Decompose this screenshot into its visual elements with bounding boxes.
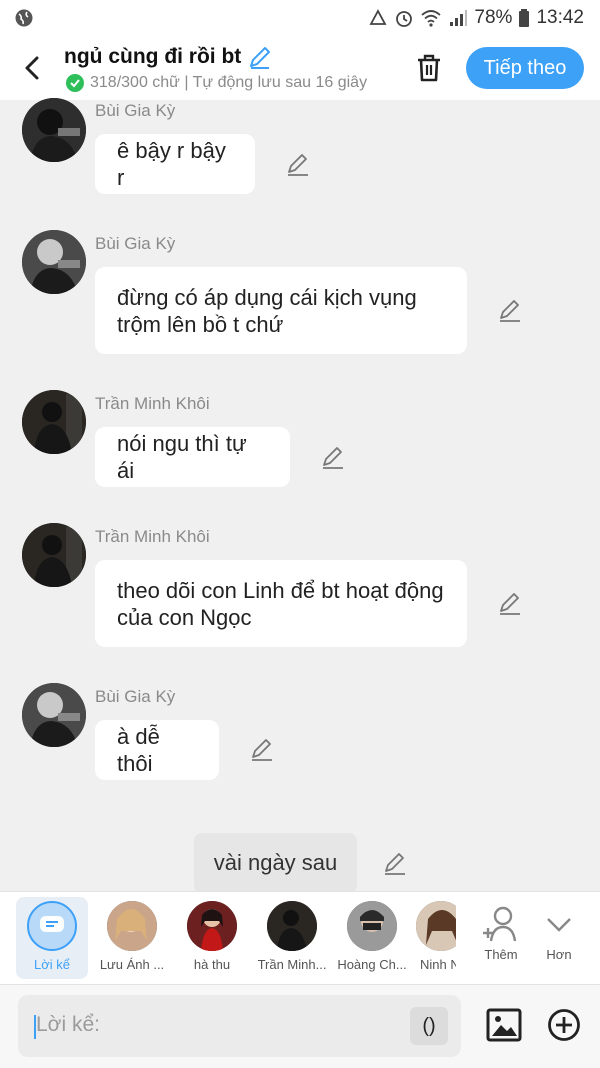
battery-icon (519, 9, 530, 27)
avatar-tran-minh-khoi[interactable] (22, 523, 86, 587)
input-placeholder: Lời kể: (36, 1013, 100, 1036)
message-text: à dễ thôi (117, 724, 160, 776)
chat-bubble-icon (40, 916, 64, 932)
pencil-icon[interactable] (249, 737, 275, 763)
character-avatar (187, 901, 237, 951)
character-hoang-ch[interactable]: Hoàng Ch... (336, 897, 408, 979)
add-person-icon (483, 906, 517, 942)
message-bubble[interactable]: à dễ thôi (95, 720, 219, 780)
plus-circle-icon[interactable] (546, 1007, 582, 1043)
character-avatar (107, 901, 157, 951)
input-bar: Lời kể: () (0, 984, 600, 1068)
message-sender-name: Bùi Gia Kỳ (95, 101, 176, 120)
message-bubble[interactable]: theo dõi con Linh để bt hoạt động của co… (95, 560, 467, 647)
check-icon (66, 74, 84, 92)
pencil-icon[interactable] (382, 851, 408, 877)
avatar-tran-minh-khoi[interactable] (22, 390, 86, 454)
next-button[interactable]: Tiếp theo (466, 47, 584, 89)
character-label: hà thu (193, 957, 231, 972)
message-bubble[interactable]: ê bậy r bậy r (95, 134, 255, 194)
pencil-icon[interactable] (497, 591, 523, 617)
character-avatar (347, 901, 397, 951)
alarm-icon (396, 11, 413, 27)
pencil-icon[interactable] (285, 152, 311, 178)
more-button[interactable]: Hơn (524, 897, 594, 979)
recycle-icon (369, 9, 387, 25)
message-sender-name: Bùi Gia Kỳ (95, 234, 176, 253)
message-bubble[interactable]: đừng có áp dụng cái kịch vụng trộm lên b… (95, 267, 467, 354)
trash-icon[interactable] (414, 52, 444, 84)
back-icon[interactable] (18, 52, 46, 84)
character-label: Ninh N (420, 957, 456, 972)
character-label: Lời kể (34, 957, 70, 972)
story-title[interactable]: ngủ cùng đi rồi bt (64, 45, 241, 69)
parentheses-button[interactable]: () (410, 1007, 448, 1045)
avatar-bui-gia-ky[interactable] (22, 230, 86, 294)
character-label: Hoàng Ch... (337, 957, 407, 972)
character-tran-minh[interactable]: Trần Minh... (256, 897, 328, 979)
character-label: Lưu Ánh ... (99, 957, 165, 972)
more-label: Hơn (546, 947, 572, 962)
message-sender-name: Trần Minh Khôi (95, 394, 210, 413)
title-row: ngủ cùng đi rồi bt (64, 44, 273, 70)
message-text: đừng có áp dụng cái kịch vụng trộm lên b… (117, 284, 417, 337)
avatar-bui-gia-ky[interactable] (22, 98, 86, 162)
status-bar: 78% 13:42 (0, 0, 600, 36)
autosave-status: 318/300 chữ | Tự động lưu sau 16 giây (66, 74, 391, 92)
character-narrator[interactable]: Lời kể (16, 897, 88, 979)
character-ninh-n[interactable]: Ninh N (416, 897, 456, 979)
message-sender-name: Bùi Gia Kỳ (95, 687, 176, 706)
image-icon[interactable] (486, 1007, 522, 1043)
character-ha-thu[interactable]: hà thu (176, 897, 248, 979)
globe-icon (15, 9, 33, 27)
pencil-icon[interactable] (497, 298, 523, 324)
narration-bubble[interactable]: vài ngày sau (194, 833, 357, 893)
word-count-text: 318/300 chữ | Tự động lưu sau 16 giây (90, 74, 368, 91)
signal-icon (450, 10, 468, 26)
character-luu-anh[interactable]: Lưu Ánh ... (96, 897, 168, 979)
header: ngủ cùng đi rồi bt 318/300 chữ | Tự động… (0, 36, 600, 100)
status-right: 78% 13:42 (368, 6, 584, 30)
pencil-icon[interactable] (320, 445, 346, 471)
character-selector: Lời kể Lưu Ánh ... hà thu Trần Minh... H… (0, 891, 600, 984)
battery-percent: 78% (474, 7, 513, 28)
message-text: nói ngu thì tự ái (117, 431, 247, 483)
chevron-down-icon (547, 918, 571, 932)
wifi-icon (421, 10, 442, 27)
edit-title-icon[interactable] (247, 44, 273, 70)
message-bubble[interactable]: nói ngu thì tự ái (95, 427, 290, 487)
message-input[interactable]: Lời kể: () (18, 995, 461, 1057)
message-text: theo dõi con Linh để bt hoạt động của co… (117, 577, 444, 630)
message-text: ê bậy r bậy r (117, 138, 226, 190)
character-avatar (267, 901, 317, 951)
character-avatar (416, 901, 456, 951)
narrator-avatar (27, 901, 77, 951)
message-sender-name: Trần Minh Khôi (95, 527, 210, 546)
clock: 13:42 (536, 7, 584, 28)
narration-text: vài ngày sau (213, 850, 338, 875)
avatar-bui-gia-ky[interactable] (22, 683, 86, 747)
character-label: Trần Minh... (257, 957, 327, 972)
